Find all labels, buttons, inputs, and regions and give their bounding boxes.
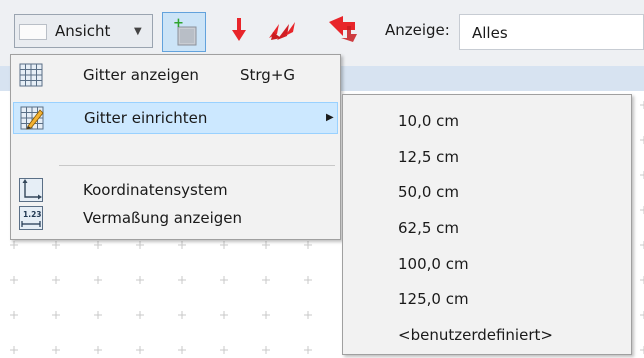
submenu-item[interactable]: 125,0 cm (398, 290, 469, 308)
submenu-arrow-icon: ▶ (326, 112, 334, 123)
display-filter-field[interactable]: Alles (459, 14, 644, 50)
menu-item-shortcut: Strg+G (240, 66, 296, 84)
rotate-arrows-icon[interactable] (325, 12, 361, 46)
view-dropdown-button[interactable]: Ansicht ▼ (14, 14, 153, 48)
svg-text:1.23: 1.23 (23, 210, 42, 219)
svg-text:+: + (173, 17, 184, 31)
arrow-down-icon[interactable] (228, 14, 250, 46)
grid-icon (19, 63, 43, 87)
grid-edit-icon (20, 106, 44, 130)
menu-item-show-grid[interactable]: Gitter anzeigen Strg+G (13, 60, 338, 92)
submenu-item-custom[interactable]: <benutzerdefiniert> (398, 326, 553, 344)
view-checkbox-icon (19, 24, 47, 40)
menu-item-label: Vermaßung anzeigen (83, 209, 243, 227)
submenu-item[interactable]: 10,0 cm (398, 112, 459, 130)
menu-item-show-dimensions[interactable]: 1.23 Vermaßung anzeigen (13, 203, 338, 235)
coordinate-system-icon (19, 178, 43, 202)
submenu-item[interactable]: 100,0 cm (398, 255, 469, 273)
view-menu: Gitter anzeigen Strg+G Gitter einrichten… (10, 54, 341, 240)
menu-item-label: Gitter anzeigen (83, 66, 199, 84)
move-arrows-icon[interactable] (265, 14, 299, 46)
dropdown-arrow-icon: ▼ (134, 26, 142, 37)
submenu-item[interactable]: 50,0 cm (398, 183, 459, 201)
menu-item-setup-grid[interactable]: Gitter einrichten ▶ (13, 102, 338, 134)
grid-size-submenu: 10,0 cm 12,5 cm 50,0 cm 62,5 cm 100,0 cm… (342, 94, 632, 355)
add-layer-button[interactable]: + (162, 12, 206, 52)
menu-item-label: Gitter einrichten (84, 109, 208, 127)
menu-item-label: Koordinatensystem (83, 181, 228, 199)
display-filter-value: Alles (472, 24, 508, 42)
dimension-icon: 1.23 (19, 206, 43, 230)
menu-separator (59, 165, 335, 166)
add-layer-icon: + (173, 17, 197, 46)
display-label: Anzeige: (385, 21, 450, 39)
view-button-label: Ansicht (55, 22, 111, 40)
submenu-item[interactable]: 62,5 cm (398, 219, 459, 237)
submenu-item[interactable]: 12,5 cm (398, 148, 459, 166)
